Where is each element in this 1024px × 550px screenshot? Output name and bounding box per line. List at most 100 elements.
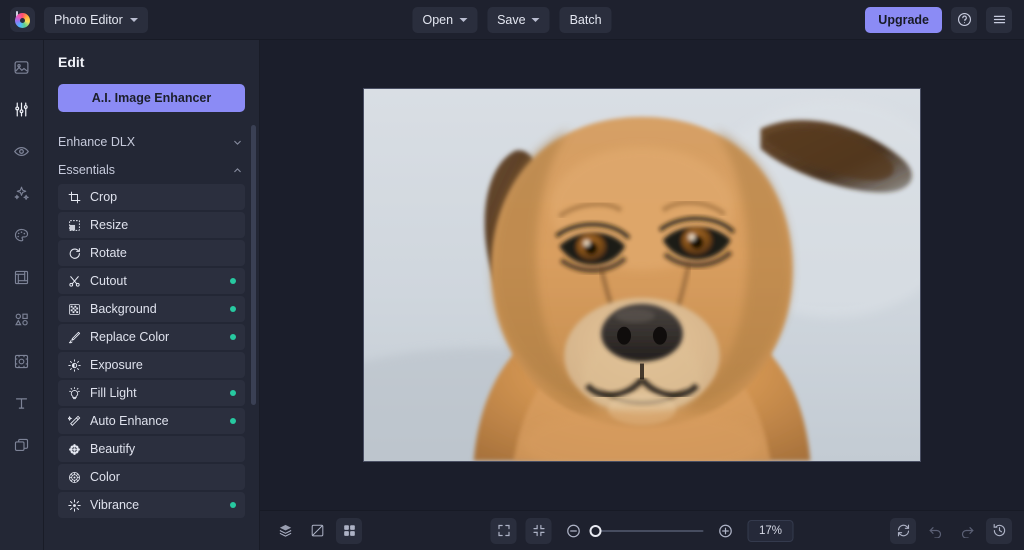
new-badge-dot (230, 306, 236, 312)
app-menu-dropdown[interactable]: Photo Editor (44, 7, 148, 33)
fullscreen-icon (496, 523, 511, 538)
rail-item-frame[interactable] (9, 264, 35, 290)
color-wheel-logo-icon (15, 13, 30, 28)
rail-item-text[interactable] (9, 390, 35, 416)
ai-image-enhancer-label: A.I. Image Enhancer (92, 91, 211, 105)
edit-item-vibrance[interactable]: Vibrance (58, 492, 245, 518)
group-enhance-dlx[interactable]: Enhance DLX (44, 128, 259, 156)
bulb-icon (67, 386, 81, 400)
rail-item-sparkles[interactable] (9, 180, 35, 206)
layers-icon (278, 523, 293, 538)
edit-item-label: Background (90, 302, 157, 316)
upgrade-button[interactable]: Upgrade (865, 7, 942, 33)
edit-item-exposure[interactable]: Exposure (58, 352, 245, 378)
chevron-down-icon (532, 18, 540, 22)
chevron-up-icon (232, 165, 243, 176)
batch-button[interactable]: Batch (560, 7, 612, 33)
tool-rail (0, 40, 44, 550)
crop-icon (67, 190, 81, 204)
new-badge-dot (230, 390, 236, 396)
fullscreen-button[interactable] (491, 518, 517, 544)
edit-item-auto-enhance[interactable]: Auto Enhance (58, 408, 245, 434)
rail-item-adjust[interactable] (9, 96, 35, 122)
edit-item-color[interactable]: Color (58, 464, 245, 490)
edit-item-cutout[interactable]: Cutout (58, 268, 245, 294)
reset-button[interactable] (890, 518, 916, 544)
batch-button-label: Batch (570, 13, 602, 27)
edit-item-beautify[interactable]: Beautify (58, 436, 245, 462)
shapes-icon (13, 311, 30, 328)
edit-item-label: Rotate (90, 246, 127, 260)
edit-item-crop[interactable]: Crop (58, 184, 245, 210)
bottom-bar: 17% (260, 510, 1024, 550)
zoom-in-icon (718, 523, 734, 539)
zoom-slider-handle[interactable] (590, 525, 602, 537)
top-bar-right-group: Upgrade (865, 7, 1024, 33)
zoom-in-button[interactable] (713, 518, 739, 544)
app-body: Edit A.I. Image Enhancer Enhance DLX Ess… (0, 40, 1024, 550)
edit-item-label: Cutout (90, 274, 127, 288)
new-badge-dot (230, 334, 236, 340)
edit-item-label: Vibrance (90, 498, 139, 512)
save-button[interactable]: Save (487, 7, 550, 33)
edit-item-resize[interactable]: Resize (58, 212, 245, 238)
edit-item-fill-light[interactable]: Fill Light (58, 380, 245, 406)
flower-icon (67, 442, 81, 456)
dog-photo (363, 88, 921, 462)
checkerboard-icon (67, 302, 81, 316)
color-wheel-icon (67, 470, 81, 484)
chevron-down-icon (459, 18, 467, 22)
rail-item-palette[interactable] (9, 222, 35, 248)
zoom-out-button[interactable] (561, 518, 587, 544)
edit-item-label: Auto Enhance (90, 414, 169, 428)
edit-item-label: Exposure (90, 358, 143, 372)
main-menu-button[interactable] (986, 7, 1012, 33)
edit-item-background[interactable]: Background (58, 296, 245, 322)
edit-item-label: Replace Color (90, 330, 169, 344)
layers-copy-icon (13, 437, 30, 454)
panel-scrollbar[interactable] (251, 125, 256, 405)
app-logo[interactable] (0, 7, 44, 32)
image-canvas[interactable] (260, 40, 1024, 510)
history-controls (890, 518, 1012, 544)
zoom-controls: 17% (491, 518, 794, 544)
compare-button[interactable] (304, 518, 330, 544)
edit-item-rotate[interactable]: Rotate (58, 240, 245, 266)
open-button-label: Open (422, 13, 453, 27)
help-button[interactable] (951, 7, 977, 33)
undo-button[interactable] (922, 518, 948, 544)
zoom-level-value[interactable]: 17% (748, 520, 794, 542)
fit-to-screen-button[interactable] (526, 518, 552, 544)
rail-item-shapes[interactable] (9, 306, 35, 332)
group-essentials-label: Essentials (58, 163, 115, 177)
history-icon (992, 523, 1007, 538)
fit-to-screen-icon (531, 523, 546, 538)
redo-button[interactable] (954, 518, 980, 544)
palette-icon (13, 227, 30, 244)
history-button[interactable] (986, 518, 1012, 544)
upgrade-button-label: Upgrade (878, 13, 929, 27)
zoom-slider[interactable] (596, 530, 704, 532)
eye-icon (13, 143, 30, 160)
file-actions-group: Open Save Batch (412, 7, 611, 33)
bottom-bar-left-group (272, 518, 362, 544)
rail-item-eye[interactable] (9, 138, 35, 164)
grid-view-icon (342, 523, 357, 538)
rail-item-image[interactable] (9, 54, 35, 80)
app-menu-label: Photo Editor (54, 13, 123, 27)
canvas-area: 17% (260, 40, 1024, 550)
redo-icon (960, 523, 975, 538)
zoom-out-icon (566, 523, 582, 539)
edit-item-label: Crop (90, 190, 117, 204)
resize-icon (67, 218, 81, 232)
vibrance-icon (67, 498, 81, 512)
ai-image-enhancer-button[interactable]: A.I. Image Enhancer (58, 84, 245, 112)
edit-item-replace-color[interactable]: Replace Color (58, 324, 245, 350)
text-icon (13, 395, 30, 412)
grid-view-button[interactable] (336, 518, 362, 544)
open-button[interactable]: Open (412, 7, 477, 33)
group-essentials[interactable]: Essentials (44, 156, 259, 184)
layers-button[interactable] (272, 518, 298, 544)
rail-item-layers-copy[interactable] (9, 432, 35, 458)
rail-item-effects[interactable] (9, 348, 35, 374)
